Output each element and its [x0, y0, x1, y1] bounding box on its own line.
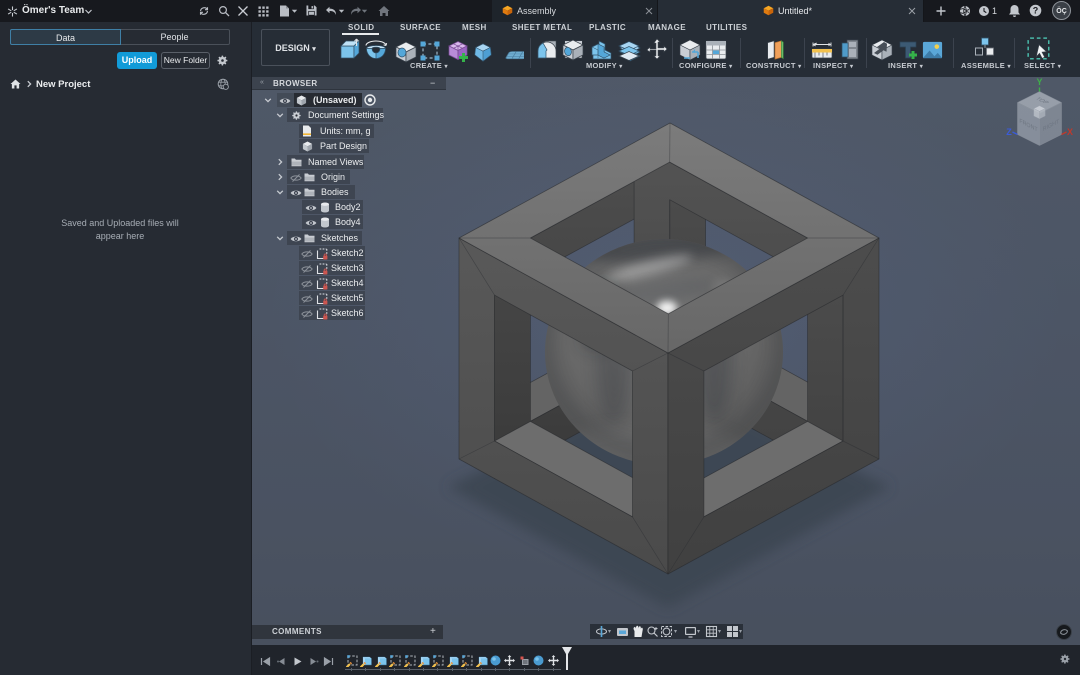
svg-text:?: ?	[1033, 6, 1039, 16]
svg-text:X: X	[1067, 127, 1073, 137]
svg-text:Y: Y	[1036, 77, 1042, 87]
svg-text:Z: Z	[1006, 127, 1012, 137]
